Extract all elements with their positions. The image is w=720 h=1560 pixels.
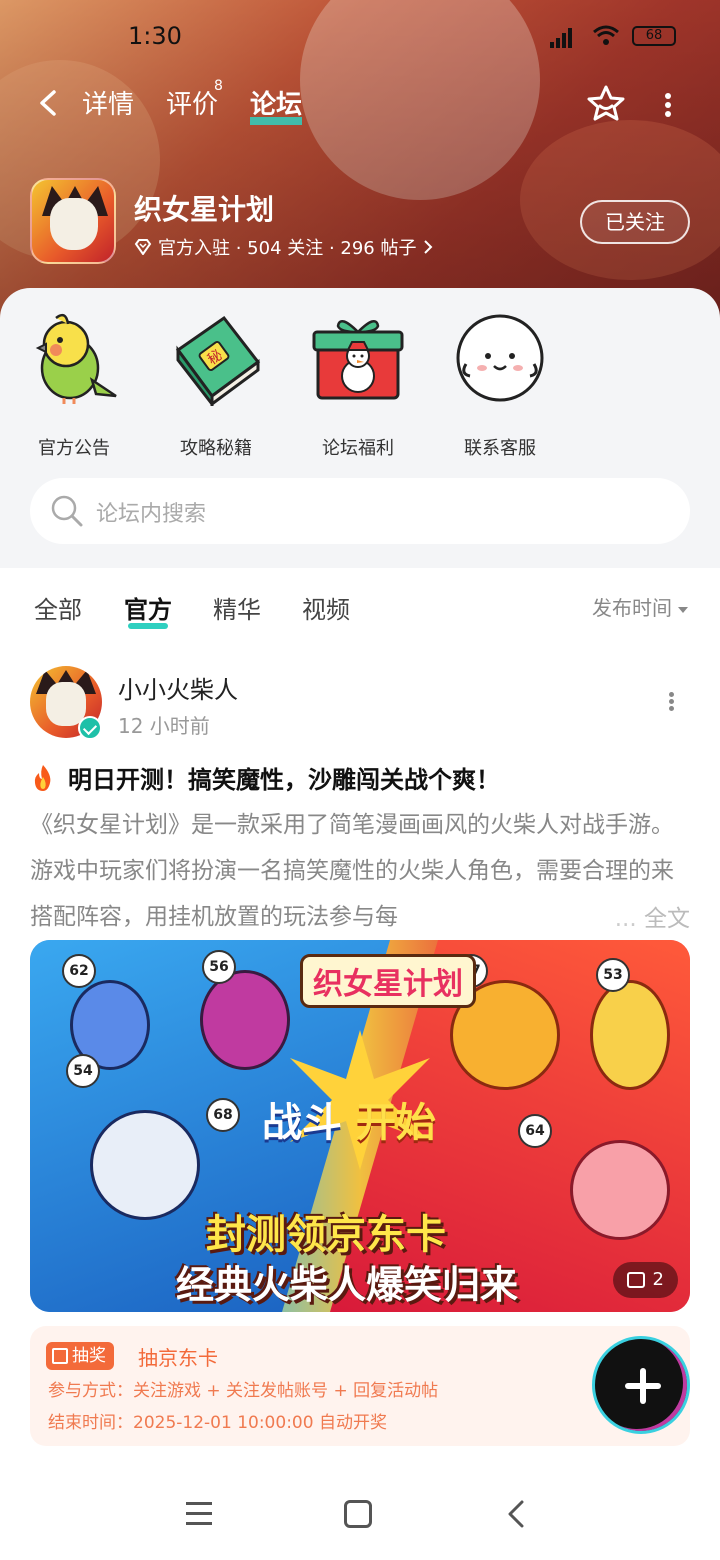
quick-entry-label: 联系客服 (464, 438, 536, 459)
post-card[interactable]: 小小火柴人 12 小时前 明日开测！搞笑魔性，沙雕闯关战个爽！ 《织女星计划》是… (0, 650, 720, 1450)
quick-entry-label: 攻略秘籍 (180, 438, 252, 459)
filter-tabs: 全部 官方 精华 视频 发布时间 (0, 568, 720, 638)
post-time: 12 小时前 (118, 714, 210, 738)
banner-caption-1: 封测领京东卡 (206, 1212, 446, 1258)
more-icon[interactable] (660, 90, 676, 118)
banner-hero (90, 1110, 200, 1220)
signal-icon (550, 26, 572, 48)
back-icon[interactable] (36, 88, 62, 118)
game-meta-text: 官方入驻 · 504 关注 · 296 帖子 (158, 238, 417, 259)
filter-tab-featured[interactable]: 精华 (213, 590, 261, 625)
level-badge: 54 (66, 1054, 100, 1088)
banner-caption-2: 经典火柴人爆笑归来 (176, 1263, 519, 1307)
quick-entry-support[interactable]: 联系客服 (440, 310, 560, 460)
search-placeholder: 论坛内搜索 (96, 502, 207, 527)
lottery-method: 参与方式：关注游戏 + 关注发帖账号 + 回复活动帖 (48, 1381, 439, 1401)
back-nav-icon[interactable] (506, 1500, 526, 1528)
level-badge: 53 (596, 958, 630, 992)
gift-icon (312, 319, 404, 400)
quick-entries: 官方公告 秘 攻略秘籍 论坛福利 联系客服 (0, 310, 720, 459)
sort-label: 发布时间 (592, 596, 672, 620)
quick-entry-announcements[interactable]: 官方公告 (14, 310, 134, 460)
reviews-count-badge: 8 (214, 78, 223, 94)
post-body[interactable]: 《织女星计划》是一款采用了简笔漫画画风的火柴人对战手游。游戏中玩家们将扮演一名搞… (30, 802, 690, 942)
image-icon (626, 1272, 645, 1288)
read-more-label: 全文 (644, 906, 690, 932)
status-bar: 1:30 68 (0, 22, 720, 58)
sort-dropdown[interactable]: 发布时间 (592, 592, 688, 621)
game-title: 织女星计划 (134, 193, 275, 226)
image-count-badge: 2 (612, 1262, 678, 1298)
lottery-tag-label: 抽奖 (72, 1346, 106, 1366)
forum-sheet: 官方公告 秘 攻略秘籍 论坛福利 联系客服 论坛内搜索 (0, 288, 720, 568)
mascot-icon (456, 314, 544, 402)
post-more-icon[interactable] (666, 690, 676, 714)
chevron-right-icon (423, 240, 432, 254)
lottery-tag: 抽奖 (46, 1342, 114, 1370)
filter-tab-videos[interactable]: 视频 (302, 590, 350, 625)
tab-reviews[interactable]: 评价 (166, 84, 218, 121)
body-ellipsis: ... (614, 906, 637, 932)
banner-hero (590, 980, 670, 1090)
quick-entry-label: 论坛福利 (322, 438, 394, 459)
game-header: 织女星计划 官方入驻 · 504 关注 · 296 帖子 已关注 (0, 178, 720, 268)
lottery-end-time: 结束时间：2025-12-01 10:00:00 自动开奖 (48, 1413, 387, 1433)
search-field[interactable]: 论坛内搜索 (30, 478, 690, 544)
banner-hero (200, 970, 290, 1070)
game-icon[interactable] (30, 178, 116, 264)
tab-forum[interactable]: 论坛 (250, 84, 303, 125)
new-post-button[interactable] (592, 1336, 690, 1434)
banner-fight-1: 战斗 (262, 1100, 342, 1146)
banner-hero (570, 1140, 670, 1240)
read-more-link[interactable]: ... 全文 (608, 896, 690, 942)
quick-entry-welfare[interactable]: 论坛福利 (298, 310, 418, 460)
game-meta[interactable]: 官方入驻 · 504 关注 · 296 帖子 (134, 234, 433, 260)
banner-game-logo: 织女星计划 (300, 954, 476, 1008)
verified-diamond-icon (134, 239, 152, 255)
tab-details[interactable]: 详情 (82, 84, 134, 121)
lottery-title: 抽京东卡 (138, 1346, 218, 1370)
top-nav: 详情 评价 8 论坛 (0, 78, 720, 125)
post-author[interactable]: 小小火柴人 (118, 670, 238, 705)
banner-fight-2: 开始 (355, 1100, 436, 1146)
banner-fight-text: 战斗 开始 (262, 1090, 436, 1148)
caret-down-icon (678, 606, 688, 613)
verified-check-icon (78, 716, 102, 740)
fire-icon (34, 764, 51, 791)
level-badge: 68 (206, 1098, 240, 1132)
status-time: 1:30 (128, 22, 182, 50)
system-nav-bar (0, 1460, 720, 1560)
battery-icon: 68 (632, 26, 676, 46)
level-badge: 64 (518, 1114, 552, 1148)
star-icon[interactable] (586, 84, 626, 124)
follow-button[interactable]: 已关注 (580, 200, 690, 244)
wifi-icon (593, 25, 619, 45)
post-body-text: 《织女星计划》是一款采用了简笔漫画画风的火柴人对战手游。游戏中玩家们将扮演一名搞… (30, 812, 674, 930)
post-banner-image[interactable]: 62 56 47 53 54 68 64 织女星计划 战斗 开始 封测领京东卡 … (30, 940, 690, 1312)
quick-entry-guides[interactable]: 秘 攻略秘籍 (156, 310, 276, 460)
quick-entry-label: 官方公告 (38, 438, 110, 459)
search-icon (51, 495, 83, 527)
home-icon[interactable] (344, 1500, 372, 1528)
level-badge: 62 (62, 954, 96, 988)
bird-icon (35, 313, 117, 404)
filter-tab-all[interactable]: 全部 (34, 590, 82, 625)
image-count: 2 (652, 1269, 664, 1290)
menu-icon[interactable] (186, 1502, 212, 1526)
level-badge: 56 (202, 950, 236, 984)
post-title: 明日开测！搞笑魔性，沙雕闯关战个爽！ (68, 766, 500, 794)
book-icon: 秘 (175, 315, 261, 409)
post-title-row[interactable]: 明日开测！搞笑魔性，沙雕闯关战个爽！ (30, 760, 500, 795)
filter-tab-official[interactable]: 官方 (124, 590, 172, 629)
lottery-card[interactable]: 抽奖 抽京东卡 参与方式：关注游戏 + 关注发帖账号 + 回复活动帖 结束时间：… (30, 1326, 690, 1446)
gift-box-icon (52, 1348, 68, 1364)
